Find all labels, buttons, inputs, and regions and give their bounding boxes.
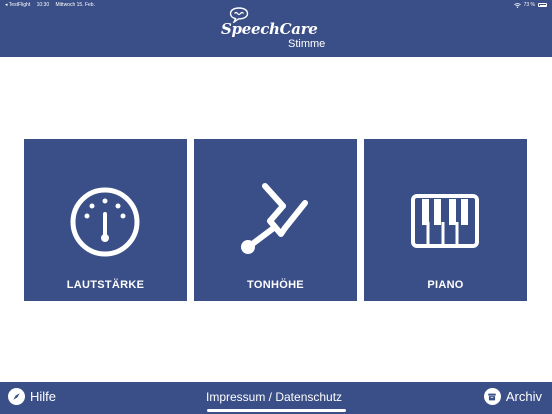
- status-left: ◂ TestFlight 10:30 Mittwoch 15. Feb.: [5, 0, 100, 10]
- wifi-icon: [513, 2, 521, 8]
- carrier-label[interactable]: ◂ TestFlight: [5, 2, 30, 8]
- clock-time: 10:30: [36, 2, 50, 8]
- imprint-privacy-link[interactable]: Impressum / Datenschutz: [206, 390, 342, 404]
- archive-box-icon: [483, 388, 501, 405]
- status-right: 73 %: [513, 0, 547, 10]
- piano-tile[interactable]: PIANO: [364, 139, 527, 301]
- date-label: Mittwoch 15. Feb.: [55, 2, 95, 8]
- battery-percent: 73 %: [523, 2, 535, 8]
- battery-icon: [538, 3, 547, 7]
- volume-tile[interactable]: LAUTSTÄRKE: [24, 139, 187, 301]
- app-header: ◂ TestFlight 10:30 Mittwoch 15. Feb. 73 …: [0, 0, 552, 57]
- app-footer: Hilfe Impressum / Datenschutz Archiv: [0, 382, 552, 414]
- archive-label: Archiv: [505, 389, 542, 404]
- gauge-icon: [70, 187, 140, 257]
- app-name: SpeechCare: [221, 20, 318, 38]
- tuning-fork-icon: [241, 183, 308, 254]
- home-indicator: [207, 409, 346, 412]
- archive-button[interactable]: Archiv: [483, 388, 542, 405]
- app-subtitle: Stimme: [288, 38, 326, 50]
- volume-tile-label: LAUTSTÄRKE: [66, 279, 145, 291]
- piano-tile-label: PIANO: [427, 279, 464, 291]
- piano-keys-icon: [411, 194, 479, 248]
- pitch-tile-label: TONHÖHE: [247, 279, 304, 291]
- help-button[interactable]: Hilfe: [8, 388, 56, 405]
- compass-icon: [8, 388, 25, 405]
- help-label: Hilfe: [30, 389, 57, 404]
- pitch-tile[interactable]: TONHÖHE: [194, 139, 357, 301]
- status-bar: ◂ TestFlight 10:30 Mittwoch 15. Feb. 73 …: [0, 0, 552, 10]
